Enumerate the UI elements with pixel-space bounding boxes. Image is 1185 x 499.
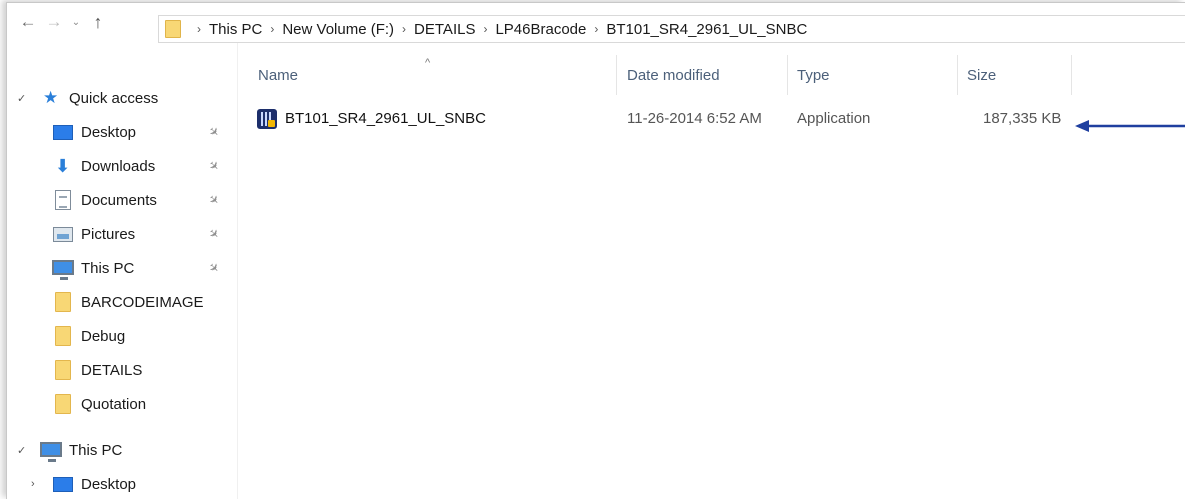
column-header-size[interactable]: Size <box>967 67 996 84</box>
column-divider[interactable] <box>957 55 958 95</box>
pin-icon[interactable]: ✈ <box>206 225 223 242</box>
chevron-right-icon: › <box>197 22 201 36</box>
sidebar-item-label: Debug <box>81 327 126 345</box>
folder-icon <box>55 394 71 414</box>
sidebar-item-label: DETAILS <box>81 361 143 379</box>
sidebar-item-label: This PC <box>69 441 123 459</box>
recent-locations-button[interactable]: ⌄ <box>67 9 85 35</box>
sidebar-item-label: BARCODEIMAGE <box>81 293 204 311</box>
pin-icon[interactable]: ✈ <box>206 157 223 174</box>
sort-ascending-icon: ^ <box>425 57 431 69</box>
column-divider[interactable] <box>1071 55 1072 95</box>
sidebar-item-desktop[interactable]: Desktop ✈ <box>7 117 231 147</box>
sidebar-item-quotation[interactable]: Quotation <box>7 389 231 419</box>
chevron-down-icon[interactable]: ✓ <box>17 92 26 105</box>
desktop-icon <box>53 125 73 140</box>
pane-divider[interactable] <box>237 43 238 499</box>
chevron-right-icon: › <box>594 22 599 36</box>
explorer-window: ← → ⌄ ↑ › This PC › New Volume (F:) › DE… <box>6 2 1185 499</box>
bartender-app-icon <box>257 109 277 129</box>
file-size: 187,335 KB <box>983 110 1062 127</box>
sidebar-item-label: This PC <box>81 259 135 277</box>
sidebar-item-this-pc[interactable]: ✓ This PC <box>7 435 231 465</box>
this-pc-icon <box>40 442 62 462</box>
file-name: BT101_SR4_2961_UL_SNBC <box>285 110 486 127</box>
file-date-modified: 11-26-2014 6:52 AM <box>627 110 762 127</box>
this-pc-icon <box>52 260 74 280</box>
column-divider[interactable] <box>787 55 788 95</box>
forward-button[interactable]: → <box>41 9 67 35</box>
chevron-right-icon[interactable]: › <box>31 478 35 490</box>
address-bar[interactable]: › This PC › New Volume (F:) › DETAILS › … <box>158 15 1185 43</box>
folder-icon <box>165 20 181 38</box>
pin-icon[interactable]: ✈ <box>206 259 223 276</box>
sidebar-item-debug[interactable]: Debug <box>7 321 231 351</box>
annotation-arrow <box>1075 120 1185 132</box>
sidebar-item-barcodeimage[interactable]: BARCODEIMAGE <box>7 287 231 317</box>
back-button[interactable]: ← <box>15 9 41 35</box>
up-button[interactable]: ↑ <box>85 9 111 35</box>
sidebar-item-details[interactable]: DETAILS <box>7 355 231 385</box>
navigation-pane: ✓ ★ Quick access Desktop ✈ ⬇ Downloads ✈… <box>7 83 231 499</box>
column-header-name[interactable]: Name <box>258 67 298 84</box>
column-header-type[interactable]: Type <box>797 67 830 84</box>
sidebar-item-label: Quick access <box>69 89 159 107</box>
chevron-right-icon: › <box>270 22 275 36</box>
breadcrumb-new-volume[interactable]: New Volume (F:) <box>282 21 394 38</box>
column-divider[interactable] <box>616 55 617 95</box>
sidebar-item-label: Desktop <box>81 123 137 141</box>
chevron-down-icon[interactable]: ✓ <box>17 444 26 457</box>
sidebar-item-quick-access[interactable]: ✓ ★ Quick access <box>7 83 231 113</box>
file-type: Application <box>797 110 871 127</box>
column-header-date-modified[interactable]: Date modified <box>627 67 720 84</box>
pin-icon[interactable]: ✈ <box>206 123 223 140</box>
documents-icon <box>55 190 71 210</box>
sidebar-item-documents[interactable]: Documents ✈ <box>7 185 231 215</box>
file-row[interactable]: BT101_SR4_2961_UL_SNBC 11-26-2014 6:52 A… <box>257 106 1077 132</box>
star-icon: ★ <box>43 88 59 107</box>
desktop-icon <box>53 477 73 492</box>
pin-icon[interactable]: ✈ <box>206 191 223 208</box>
pictures-icon <box>53 227 73 242</box>
breadcrumb-lp46bracode[interactable]: LP46Bracode <box>495 21 586 38</box>
chevron-right-icon: › <box>402 22 407 36</box>
sidebar-item-label: Downloads <box>81 157 156 175</box>
sidebar-item-this-pc-desktop[interactable]: › Desktop <box>7 469 231 499</box>
breadcrumb-current-folder[interactable]: BT101_SR4_2961_UL_SNBC <box>606 21 807 38</box>
chevron-right-icon: › <box>483 22 488 36</box>
folder-icon <box>55 326 71 346</box>
sidebar-item-label: Desktop <box>81 475 137 493</box>
breadcrumb-this-pc[interactable]: This PC <box>209 21 262 38</box>
sidebar-item-label: Documents <box>81 191 157 209</box>
sidebar-item-label: Quotation <box>81 395 147 413</box>
downloads-icon: ⬇ <box>55 155 71 176</box>
folder-icon <box>55 292 71 312</box>
sidebar-item-label: Pictures <box>81 225 136 243</box>
folder-icon <box>55 360 71 380</box>
breadcrumb-details[interactable]: DETAILS <box>414 21 475 38</box>
sidebar-item-pictures[interactable]: Pictures ✈ <box>7 219 231 249</box>
sidebar-item-downloads[interactable]: ⬇ Downloads ✈ <box>7 151 231 181</box>
sidebar-item-this-pc-pinned[interactable]: This PC ✈ <box>7 253 231 283</box>
